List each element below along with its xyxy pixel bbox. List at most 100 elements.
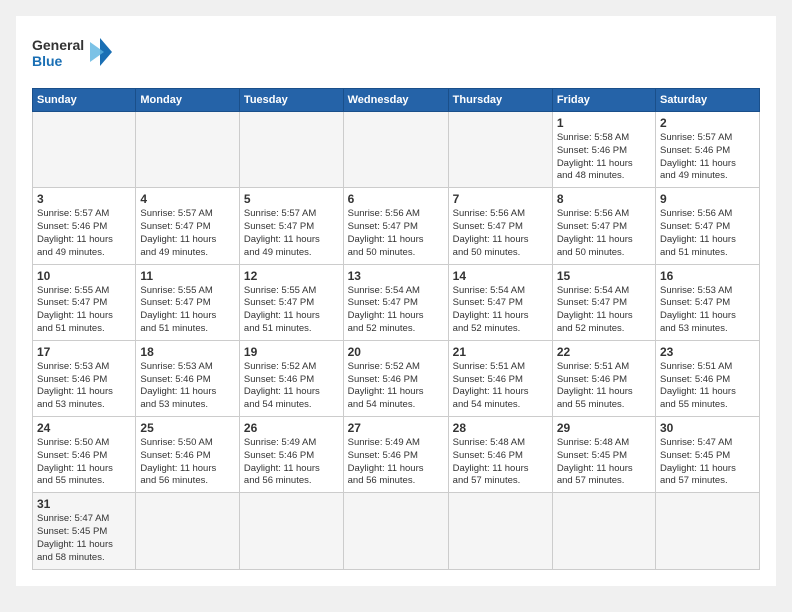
day-number: 12: [244, 269, 339, 283]
logo: General Blue: [32, 32, 112, 76]
day-number: 16: [660, 269, 755, 283]
day-info: Sunrise: 5:55 AM Sunset: 5:47 PM Dayligh…: [140, 285, 235, 336]
calendar-cell: 8 Sunrise: 5:56 AM Sunset: 5:47 PM Daylig…: [552, 188, 655, 264]
day-info: Sunrise: 5:56 AM Sunset: 5:47 PM Dayligh…: [348, 208, 444, 259]
header-wednesday: Wednesday: [343, 89, 448, 112]
day-info: Sunrise: 5:56 AM Sunset: 5:47 PM Dayligh…: [453, 208, 548, 259]
calendar-cell: 10 Sunrise: 5:55 AM Sunset: 5:47 PM Dayli…: [33, 264, 136, 340]
calendar-cell: 25Sunrise: 5:50 AM Sunset: 5:46 PM Dayli…: [136, 417, 240, 493]
day-info: Sunrise: 5:48 AM Sunset: 5:46 PM Dayligh…: [453, 437, 548, 488]
calendar-cell: [33, 112, 136, 188]
calendar-cell: 12Sunrise: 5:55 AM Sunset: 5:47 PM Dayli…: [239, 264, 343, 340]
header-thursday: Thursday: [448, 89, 552, 112]
week-row-6: 31Sunrise: 5:47 AM Sunset: 5:45 PM Dayli…: [33, 493, 760, 569]
calendar-cell: 21Sunrise: 5:51 AM Sunset: 5:46 PM Dayli…: [448, 340, 552, 416]
day-number: 10: [37, 269, 131, 283]
calendar-cell: 2Sunrise: 5:57 AM Sunset: 5:46 PM Daylig…: [655, 112, 759, 188]
calendar: SundayMondayTuesdayWednesdayThursdayFrid…: [32, 88, 760, 570]
calendar-cell: [448, 112, 552, 188]
day-info: Sunrise: 5:47 AM Sunset: 5:45 PM Dayligh…: [660, 437, 755, 488]
day-number: 28: [453, 421, 548, 435]
week-row-5: 24Sunrise: 5:50 AM Sunset: 5:46 PM Dayli…: [33, 417, 760, 493]
calendar-cell: 18Sunrise: 5:53 AM Sunset: 5:46 PM Dayli…: [136, 340, 240, 416]
day-number: 22: [557, 345, 651, 359]
day-number: 9: [660, 192, 755, 206]
day-number: 25: [140, 421, 235, 435]
calendar-cell: [655, 493, 759, 569]
calendar-cell: 31Sunrise: 5:47 AM Sunset: 5:45 PM Dayli…: [33, 493, 136, 569]
day-number: 26: [244, 421, 339, 435]
calendar-cell: 20Sunrise: 5:52 AM Sunset: 5:46 PM Dayli…: [343, 340, 448, 416]
day-info: Sunrise: 5:51 AM Sunset: 5:46 PM Dayligh…: [557, 361, 651, 412]
day-info: Sunrise: 5:49 AM Sunset: 5:46 PM Dayligh…: [348, 437, 444, 488]
header-monday: Monday: [136, 89, 240, 112]
calendar-cell: 13 Sunrise: 5:54 AM Sunset: 5:47 PM Dayli…: [343, 264, 448, 340]
day-info: Sunrise: 5:54 AM Sunset: 5:47 PM Dayligh…: [453, 285, 548, 336]
calendar-cell: 28 Sunrise: 5:48 AM Sunset: 5:46 PM Dayli…: [448, 417, 552, 493]
calendar-cell: 23Sunrise: 5:51 AM Sunset: 5:46 PM Dayli…: [655, 340, 759, 416]
calendar-cell: 3Sunrise: 5:57 AM Sunset: 5:46 PM Daylig…: [33, 188, 136, 264]
day-number: 4: [140, 192, 235, 206]
day-info: Sunrise: 5:54 AM Sunset: 5:47 PM Dayligh…: [348, 285, 444, 336]
header-saturday: Saturday: [655, 89, 759, 112]
day-info: Sunrise: 5:58 AM Sunset: 5:46 PM Dayligh…: [557, 132, 651, 183]
day-info: Sunrise: 5:49 AM Sunset: 5:46 PM Dayligh…: [244, 437, 339, 488]
header: General Blue: [32, 32, 760, 76]
day-number: 6: [348, 192, 444, 206]
calendar-cell: 11Sunrise: 5:55 AM Sunset: 5:47 PM Dayli…: [136, 264, 240, 340]
calendar-cell: [448, 493, 552, 569]
header-sunday: Sunday: [33, 89, 136, 112]
day-number: 5: [244, 192, 339, 206]
calendar-cell: 4Sunrise: 5:57 AM Sunset: 5:47 PM Daylig…: [136, 188, 240, 264]
calendar-cell: 6 Sunrise: 5:56 AM Sunset: 5:47 PM Daylig…: [343, 188, 448, 264]
calendar-cell: 17Sunrise: 5:53 AM Sunset: 5:46 PM Dayli…: [33, 340, 136, 416]
calendar-cell: 9 Sunrise: 5:56 AM Sunset: 5:47 PM Daylig…: [655, 188, 759, 264]
day-number: 3: [37, 192, 131, 206]
week-row-1: 1 Sunrise: 5:58 AM Sunset: 5:46 PM Daylig…: [33, 112, 760, 188]
day-info: Sunrise: 5:50 AM Sunset: 5:46 PM Dayligh…: [37, 437, 131, 488]
day-info: Sunrise: 5:53 AM Sunset: 5:47 PM Dayligh…: [660, 285, 755, 336]
calendar-cell: 14 Sunrise: 5:54 AM Sunset: 5:47 PM Dayli…: [448, 264, 552, 340]
day-number: 1: [557, 116, 651, 130]
calendar-cell: 15 Sunrise: 5:54 AM Sunset: 5:47 PM Dayli…: [552, 264, 655, 340]
day-number: 20: [348, 345, 444, 359]
calendar-cell: [136, 112, 240, 188]
day-number: 2: [660, 116, 755, 130]
calendar-cell: 29Sunrise: 5:48 AM Sunset: 5:45 PM Dayli…: [552, 417, 655, 493]
day-info: Sunrise: 5:56 AM Sunset: 5:47 PM Dayligh…: [557, 208, 651, 259]
calendar-cell: 5Sunrise: 5:57 AM Sunset: 5:47 PM Daylig…: [239, 188, 343, 264]
day-number: 8: [557, 192, 651, 206]
calendar-header-row: SundayMondayTuesdayWednesdayThursdayFrid…: [33, 89, 760, 112]
calendar-cell: [239, 112, 343, 188]
day-number: 21: [453, 345, 548, 359]
day-number: 14: [453, 269, 548, 283]
page: General Blue SundayMondayTuesdayWednesda…: [16, 16, 776, 586]
day-info: Sunrise: 5:48 AM Sunset: 5:45 PM Dayligh…: [557, 437, 651, 488]
day-info: Sunrise: 5:55 AM Sunset: 5:47 PM Dayligh…: [37, 285, 131, 336]
calendar-cell: 1 Sunrise: 5:58 AM Sunset: 5:46 PM Daylig…: [552, 112, 655, 188]
day-number: 23: [660, 345, 755, 359]
day-info: Sunrise: 5:56 AM Sunset: 5:47 PM Dayligh…: [660, 208, 755, 259]
day-info: Sunrise: 5:53 AM Sunset: 5:46 PM Dayligh…: [140, 361, 235, 412]
day-number: 30: [660, 421, 755, 435]
week-row-2: 3Sunrise: 5:57 AM Sunset: 5:46 PM Daylig…: [33, 188, 760, 264]
calendar-cell: 16 Sunrise: 5:53 AM Sunset: 5:47 PM Dayli…: [655, 264, 759, 340]
day-number: 19: [244, 345, 339, 359]
calendar-cell: 19 Sunrise: 5:52 AM Sunset: 5:46 PM Dayli…: [239, 340, 343, 416]
svg-text:General: General: [32, 37, 84, 53]
svg-text:Blue: Blue: [32, 53, 63, 69]
day-number: 13: [348, 269, 444, 283]
day-info: Sunrise: 5:54 AM Sunset: 5:47 PM Dayligh…: [557, 285, 651, 336]
day-number: 31: [37, 497, 131, 511]
day-number: 15: [557, 269, 651, 283]
calendar-cell: [136, 493, 240, 569]
calendar-cell: [343, 112, 448, 188]
week-row-3: 10 Sunrise: 5:55 AM Sunset: 5:47 PM Dayli…: [33, 264, 760, 340]
calendar-cell: [552, 493, 655, 569]
calendar-cell: 24Sunrise: 5:50 AM Sunset: 5:46 PM Dayli…: [33, 417, 136, 493]
day-info: Sunrise: 5:53 AM Sunset: 5:46 PM Dayligh…: [37, 361, 131, 412]
calendar-cell: 30 Sunrise: 5:47 AM Sunset: 5:45 PM Dayli…: [655, 417, 759, 493]
day-info: Sunrise: 5:52 AM Sunset: 5:46 PM Dayligh…: [244, 361, 339, 412]
day-number: 7: [453, 192, 548, 206]
week-row-4: 17Sunrise: 5:53 AM Sunset: 5:46 PM Dayli…: [33, 340, 760, 416]
